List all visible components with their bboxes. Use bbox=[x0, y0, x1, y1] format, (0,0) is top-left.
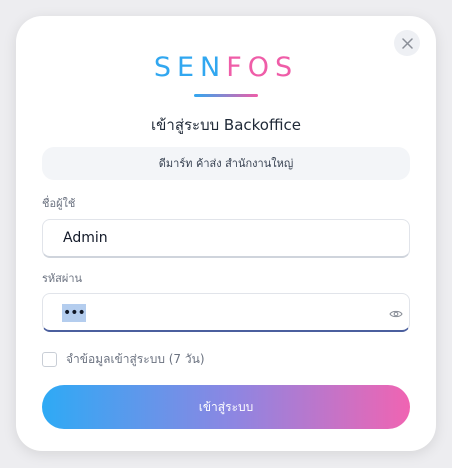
username-value: Admin bbox=[63, 230, 108, 246]
dialog-title: เข้าสู่ระบบ Backoffice bbox=[151, 116, 301, 134]
logo-text-part2: FOS bbox=[226, 52, 299, 83]
password-label: รหัสผ่าน bbox=[42, 272, 83, 285]
login-button[interactable]: เข้าสู่ระบบ bbox=[42, 385, 410, 429]
eye-icon[interactable] bbox=[389, 306, 403, 320]
username-field[interactable]: Admin bbox=[42, 219, 410, 258]
close-icon bbox=[401, 37, 413, 49]
username-label: ชื่อผู้ใช้ bbox=[42, 197, 76, 210]
branch-name: ดีมาร์ท ค้าส่ง สำนักงานใหญ่ bbox=[42, 147, 410, 180]
logo-text-part1: SEN bbox=[153, 52, 227, 83]
password-masked-value: ••• bbox=[62, 304, 86, 322]
brand-logo: SENFOS bbox=[16, 52, 436, 84]
password-field[interactable]: ••• bbox=[42, 293, 410, 332]
remember-me: จำข้อมูลเข้าสู่ระบบ (7 วัน) bbox=[42, 350, 205, 368]
login-dialog: SENFOS เข้าสู่ระบบ Backoffice ดีมาร์ท ค้… bbox=[16, 16, 436, 451]
remember-checkbox[interactable] bbox=[42, 351, 57, 367]
remember-label[interactable]: จำข้อมูลเข้าสู่ระบบ (7 วัน) bbox=[66, 350, 205, 368]
logo-underline bbox=[194, 94, 258, 97]
